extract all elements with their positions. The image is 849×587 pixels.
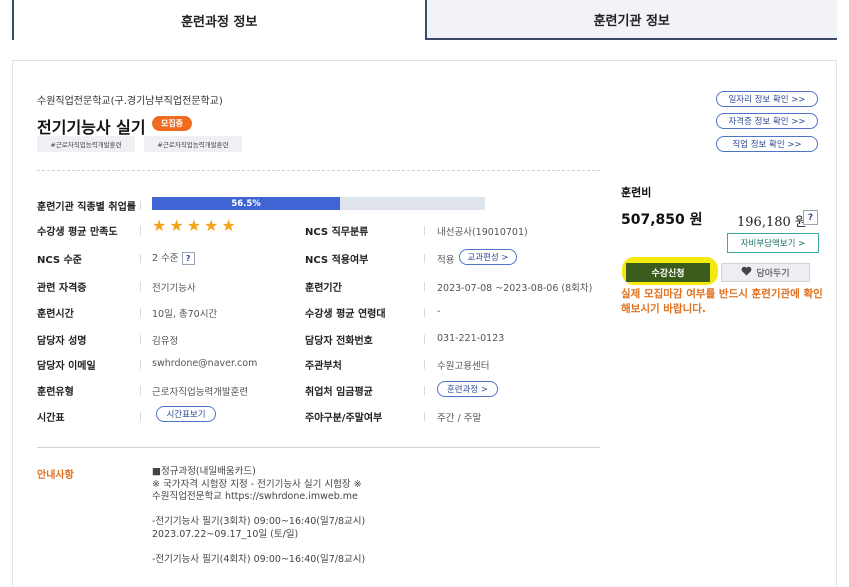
ncs-apply-label: NCS 적용여부 bbox=[305, 255, 369, 266]
satisfaction-stars: ★ ★ ★ ★ ★ bbox=[152, 218, 236, 234]
ncs-level-text: 2 수준 bbox=[152, 253, 179, 264]
fee-total: 507,850 원 bbox=[621, 212, 703, 228]
notice-line: -전기기능사 필기(4회차) 09:00~16:40(일7/8교시) bbox=[152, 553, 366, 565]
separator bbox=[424, 308, 425, 317]
satisfaction-label: 수강생 평균 만족도 bbox=[37, 227, 118, 238]
dept-value: 수원고용센터 bbox=[437, 361, 490, 372]
schedule-label: 시간표 bbox=[37, 413, 65, 424]
ncs-level-help-button[interactable]: ? bbox=[181, 252, 195, 265]
course-tag[interactable]: #근로자직업능력개발훈련 bbox=[37, 136, 135, 152]
notice-body: ■정규과정(내일배움카드) ※ 국가자격 시험장 지정 - 전기기능사 실기 시… bbox=[152, 466, 365, 566]
favorite-label: 담아두기 bbox=[756, 269, 790, 279]
ncs-category-label: NCS 직무분류 bbox=[305, 227, 369, 238]
notice-line bbox=[152, 541, 365, 554]
section-divider bbox=[37, 170, 600, 171]
phone-label: 담당자 전화번호 bbox=[305, 336, 373, 347]
period-value: 2023-07-08 ~2023-08-06 (8회차) bbox=[437, 283, 593, 294]
notice-line: ■정규과정(내일배움카드) bbox=[152, 466, 256, 477]
star-icon: ★ bbox=[204, 216, 219, 235]
separator bbox=[424, 335, 425, 344]
separator bbox=[140, 282, 141, 291]
schedule-view-button[interactable]: 시간표보기 bbox=[156, 406, 216, 422]
separator bbox=[424, 386, 425, 395]
course-tag[interactable]: #근로자직업능력개발훈련 bbox=[144, 136, 242, 152]
recruit-status-badge: 모집중 bbox=[152, 116, 192, 131]
apply-button[interactable]: 수강신청 bbox=[626, 263, 710, 282]
occupation-info-link[interactable]: 직업 정보 확인 >> bbox=[716, 136, 818, 152]
period-label: 훈련기간 bbox=[305, 283, 342, 294]
star-icon: ★ bbox=[169, 216, 184, 235]
email-value: swhrdone@naver.com bbox=[152, 358, 258, 369]
employment-rate-bar: 56.5% bbox=[152, 197, 485, 210]
notice-label: 안내사항 bbox=[37, 470, 74, 481]
hours-label: 훈련시간 bbox=[37, 309, 74, 320]
job-info-link[interactable]: 일자리 정보 확인 >> bbox=[716, 91, 818, 107]
notice-line bbox=[152, 504, 365, 517]
wage-label: 취업처 임금평균 bbox=[305, 387, 373, 398]
separator bbox=[424, 282, 425, 291]
notice-line: ※ 국가자격 시험장 지정 - 전기기능사 실기 시험장 ※ bbox=[152, 478, 362, 490]
manager-value: 김유정 bbox=[152, 336, 179, 347]
heart-icon bbox=[741, 266, 752, 279]
training-type-value: 근로자직업능력개발훈련 bbox=[152, 387, 249, 398]
notice-line: 수원직업전문학교 https://swhrdone.imweb.me bbox=[152, 491, 358, 502]
separator bbox=[424, 254, 425, 263]
wage-course-button[interactable]: 훈련과정 > bbox=[437, 381, 498, 397]
ncs-category-value: 내선공사(19010701) bbox=[437, 227, 528, 238]
curriculum-button[interactable]: 교과편성 > bbox=[459, 249, 517, 265]
day-night-label: 주야구분/주말여부 bbox=[305, 413, 383, 424]
notice-line: 2023.07.22~09.17_10일 (토/일) bbox=[152, 528, 299, 540]
certificate-label: 관련 자격증 bbox=[37, 283, 87, 294]
recruit-warning-text: 실제 모집마감 여부를 반드시 훈련기관에 확인해보시기 바랍니다. bbox=[621, 288, 823, 315]
tab-course-info[interactable]: 훈련과정 정보 bbox=[12, 0, 427, 40]
ncs-level-label: NCS 수준 bbox=[37, 255, 82, 266]
self-pay-view-button[interactable]: 자비부담액보기 > bbox=[727, 233, 819, 253]
fee-label: 훈련비 bbox=[621, 186, 652, 199]
separator bbox=[140, 335, 141, 344]
course-card bbox=[12, 60, 837, 587]
employment-rate-label: 훈련기관 직종별 취업률 bbox=[37, 202, 136, 213]
separator bbox=[140, 308, 141, 317]
hours-value: 10일, 총70시간 bbox=[152, 309, 218, 320]
notice-line: -전기기능사 필기(3회차) 09:00~16:40(일7/8교시) bbox=[152, 516, 366, 527]
age-value: - bbox=[437, 306, 441, 317]
phone-value: 031-221-0123 bbox=[437, 333, 505, 344]
separator bbox=[140, 412, 141, 421]
separator bbox=[140, 360, 141, 369]
separator bbox=[424, 412, 425, 421]
separator bbox=[140, 201, 141, 210]
star-icon: ★ bbox=[221, 216, 236, 235]
manager-label: 담당자 성명 bbox=[37, 336, 87, 347]
training-type-label: 훈련유형 bbox=[37, 387, 74, 398]
separator bbox=[424, 360, 425, 369]
star-icon: ★ bbox=[186, 216, 202, 235]
dept-label: 주관부처 bbox=[305, 361, 342, 372]
separator bbox=[140, 226, 141, 235]
institution-name: 수원직업전문학교(구.경기남부직업전문학교) bbox=[37, 96, 223, 107]
employment-rate-value: 56.5% bbox=[231, 198, 261, 209]
tab-bar: 훈련과정 정보 훈련기관 정보 bbox=[12, 0, 837, 40]
ncs-level-value: 2 수준? bbox=[152, 250, 195, 265]
separator bbox=[140, 386, 141, 395]
age-label: 수강생 평균 연령대 bbox=[305, 309, 386, 320]
section-divider bbox=[37, 447, 600, 448]
fee-help-button[interactable]: ? bbox=[803, 210, 818, 225]
certificate-info-link[interactable]: 자격증 정보 확인 >> bbox=[716, 113, 818, 129]
separator bbox=[424, 226, 425, 235]
fee-self-pay: 196,180 원 bbox=[737, 215, 807, 230]
certificate-value: 전기기능사 bbox=[152, 283, 196, 294]
favorite-button[interactable]: 담아두기 bbox=[721, 263, 810, 282]
separator bbox=[140, 254, 141, 263]
star-icon: ★ bbox=[152, 216, 167, 235]
course-title: 전기기능사 실기 bbox=[37, 118, 146, 137]
day-night-value: 주간 / 주말 bbox=[437, 413, 482, 424]
email-label: 담당자 이메일 bbox=[37, 361, 96, 372]
ncs-apply-value: 적용 bbox=[437, 255, 455, 266]
tab-institution-info[interactable]: 훈련기관 정보 bbox=[426, 0, 837, 40]
